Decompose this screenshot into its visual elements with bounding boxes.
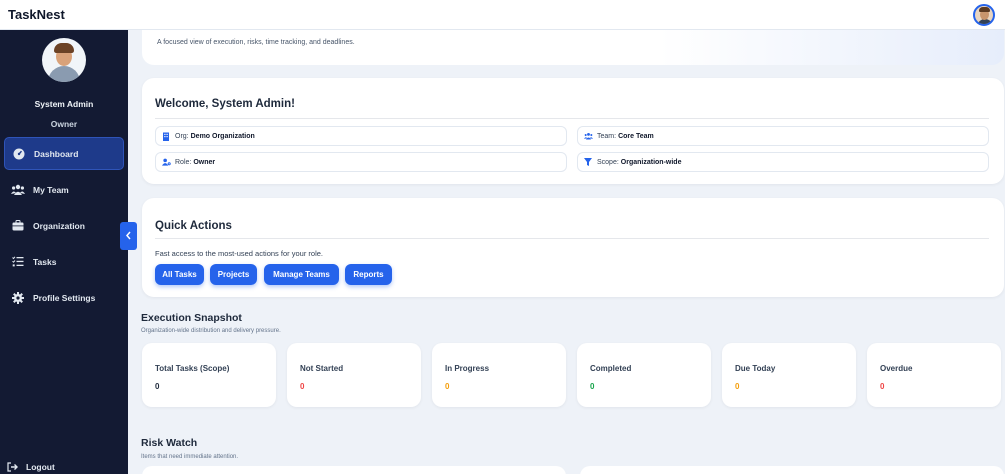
execution-snapshot-title: Execution Snapshot xyxy=(141,312,242,324)
stat-label: In Progress xyxy=(445,364,490,373)
stat-label: Completed xyxy=(590,364,632,373)
scope-label: Scope: xyxy=(597,158,619,166)
welcome-title: Welcome, System Admin! xyxy=(155,98,295,110)
stat-card-not-started: Not Started 0 xyxy=(287,343,421,407)
stat-card-completed: Completed 0 xyxy=(577,343,711,407)
role-value: Owner xyxy=(193,158,216,166)
chevron-left-icon xyxy=(125,227,132,245)
users-icon xyxy=(11,183,25,197)
user-avatar[interactable] xyxy=(973,3,995,26)
stat-value: 0 xyxy=(155,382,160,391)
risk-watch-subtitle: Items that need immediate attention. xyxy=(141,454,239,460)
scope-info: Scope: Organization-wide xyxy=(577,152,989,172)
risk-card xyxy=(580,466,1004,474)
sidebar-item-label: Profile Settings xyxy=(33,292,96,303)
risk-card xyxy=(142,466,566,474)
stat-label: Due Today xyxy=(735,364,776,373)
sidebar-collapse-button[interactable] xyxy=(120,222,137,250)
divider xyxy=(155,238,989,239)
sidebar-profile: System Admin Owner xyxy=(0,30,128,129)
user-gear-icon xyxy=(162,158,171,167)
stat-value: 0 xyxy=(300,382,305,391)
app-brand[interactable]: TaskNest xyxy=(8,7,65,22)
reports-button[interactable]: Reports xyxy=(345,264,392,285)
sidebar-item-label: Organization xyxy=(33,220,85,231)
sidebar-item-label: Dashboard xyxy=(34,148,79,159)
team-label: Team: xyxy=(597,132,617,140)
dashboard-gauge-icon xyxy=(12,147,26,161)
all-tasks-button[interactable]: All Tasks xyxy=(155,264,204,285)
quick-actions-subtitle: Fast access to the most-used actions for… xyxy=(155,249,323,258)
sidebar-nav: Dashboard My Team Organization Tasks Pro… xyxy=(0,137,128,317)
sidebar-item-profile-settings[interactable]: Profile Settings xyxy=(4,281,124,314)
stat-label: Total Tasks (Scope) xyxy=(155,364,230,373)
divider xyxy=(155,118,989,119)
tasks-list-icon xyxy=(11,255,25,269)
sidebar: System Admin Owner Dashboard My Team Org… xyxy=(0,30,128,474)
role-info: Role: Owner xyxy=(155,152,567,172)
stat-card-total-tasks: Total Tasks (Scope) 0 xyxy=(142,343,276,407)
team-info: Team: Core Team xyxy=(577,126,989,146)
stat-label: Overdue xyxy=(880,364,913,373)
gear-icon xyxy=(11,291,25,305)
stat-value: 0 xyxy=(735,382,740,391)
logout-button[interactable]: Logout xyxy=(7,462,55,472)
main-content: A focused view of execution, risks, time… xyxy=(128,30,1005,474)
sidebar-item-organization[interactable]: Organization xyxy=(4,209,124,242)
logout-icon xyxy=(7,462,18,472)
hero-subtitle: A focused view of execution, risks, time… xyxy=(157,39,355,46)
sidebar-item-tasks[interactable]: Tasks xyxy=(4,245,124,278)
org-label: Org: xyxy=(175,132,189,140)
filter-icon xyxy=(584,157,593,167)
sidebar-item-dashboard[interactable]: Dashboard xyxy=(4,137,124,170)
stat-value: 0 xyxy=(880,382,885,391)
role-label: Role: xyxy=(175,158,192,166)
stat-card-overdue: Overdue 0 xyxy=(867,343,1001,407)
org-info: Org: Demo Organization xyxy=(155,126,567,146)
scope-value: Organization-wide xyxy=(620,158,682,166)
stat-card-in-progress: In Progress 0 xyxy=(432,343,566,407)
projects-button[interactable]: Projects xyxy=(210,264,257,285)
team-value: Core Team xyxy=(618,132,654,140)
quick-actions-card: Quick Actions Fast access to the most-us… xyxy=(142,198,1004,297)
profile-name: System Admin xyxy=(34,99,94,109)
hero-banner: A focused view of execution, risks, time… xyxy=(142,30,1004,65)
building-icon xyxy=(162,132,171,141)
sidebar-item-label: My Team xyxy=(33,184,69,195)
profile-role: Owner xyxy=(50,119,78,129)
briefcase-icon xyxy=(11,219,25,233)
risk-watch-title: Risk Watch xyxy=(141,437,198,449)
org-value: Demo Organization xyxy=(190,132,255,140)
top-bar: TaskNest xyxy=(0,0,1005,30)
logout-label: Logout xyxy=(26,462,55,472)
stat-value: 0 xyxy=(590,382,595,391)
users-icon xyxy=(584,132,593,141)
manage-teams-button[interactable]: Manage Teams xyxy=(264,264,339,285)
stat-value: 0 xyxy=(445,382,450,391)
quick-actions-title: Quick Actions xyxy=(155,220,232,232)
stat-card-due-today: Due Today 0 xyxy=(722,343,856,407)
stat-label: Not Started xyxy=(300,364,344,373)
sidebar-item-my-team[interactable]: My Team xyxy=(4,173,124,206)
sidebar-item-label: Tasks xyxy=(33,256,57,267)
execution-snapshot-subtitle: Organization-wide distribution and deliv… xyxy=(141,328,281,334)
profile-avatar xyxy=(42,38,86,82)
welcome-card: Welcome, System Admin! Org: Demo Organiz… xyxy=(142,78,1004,184)
